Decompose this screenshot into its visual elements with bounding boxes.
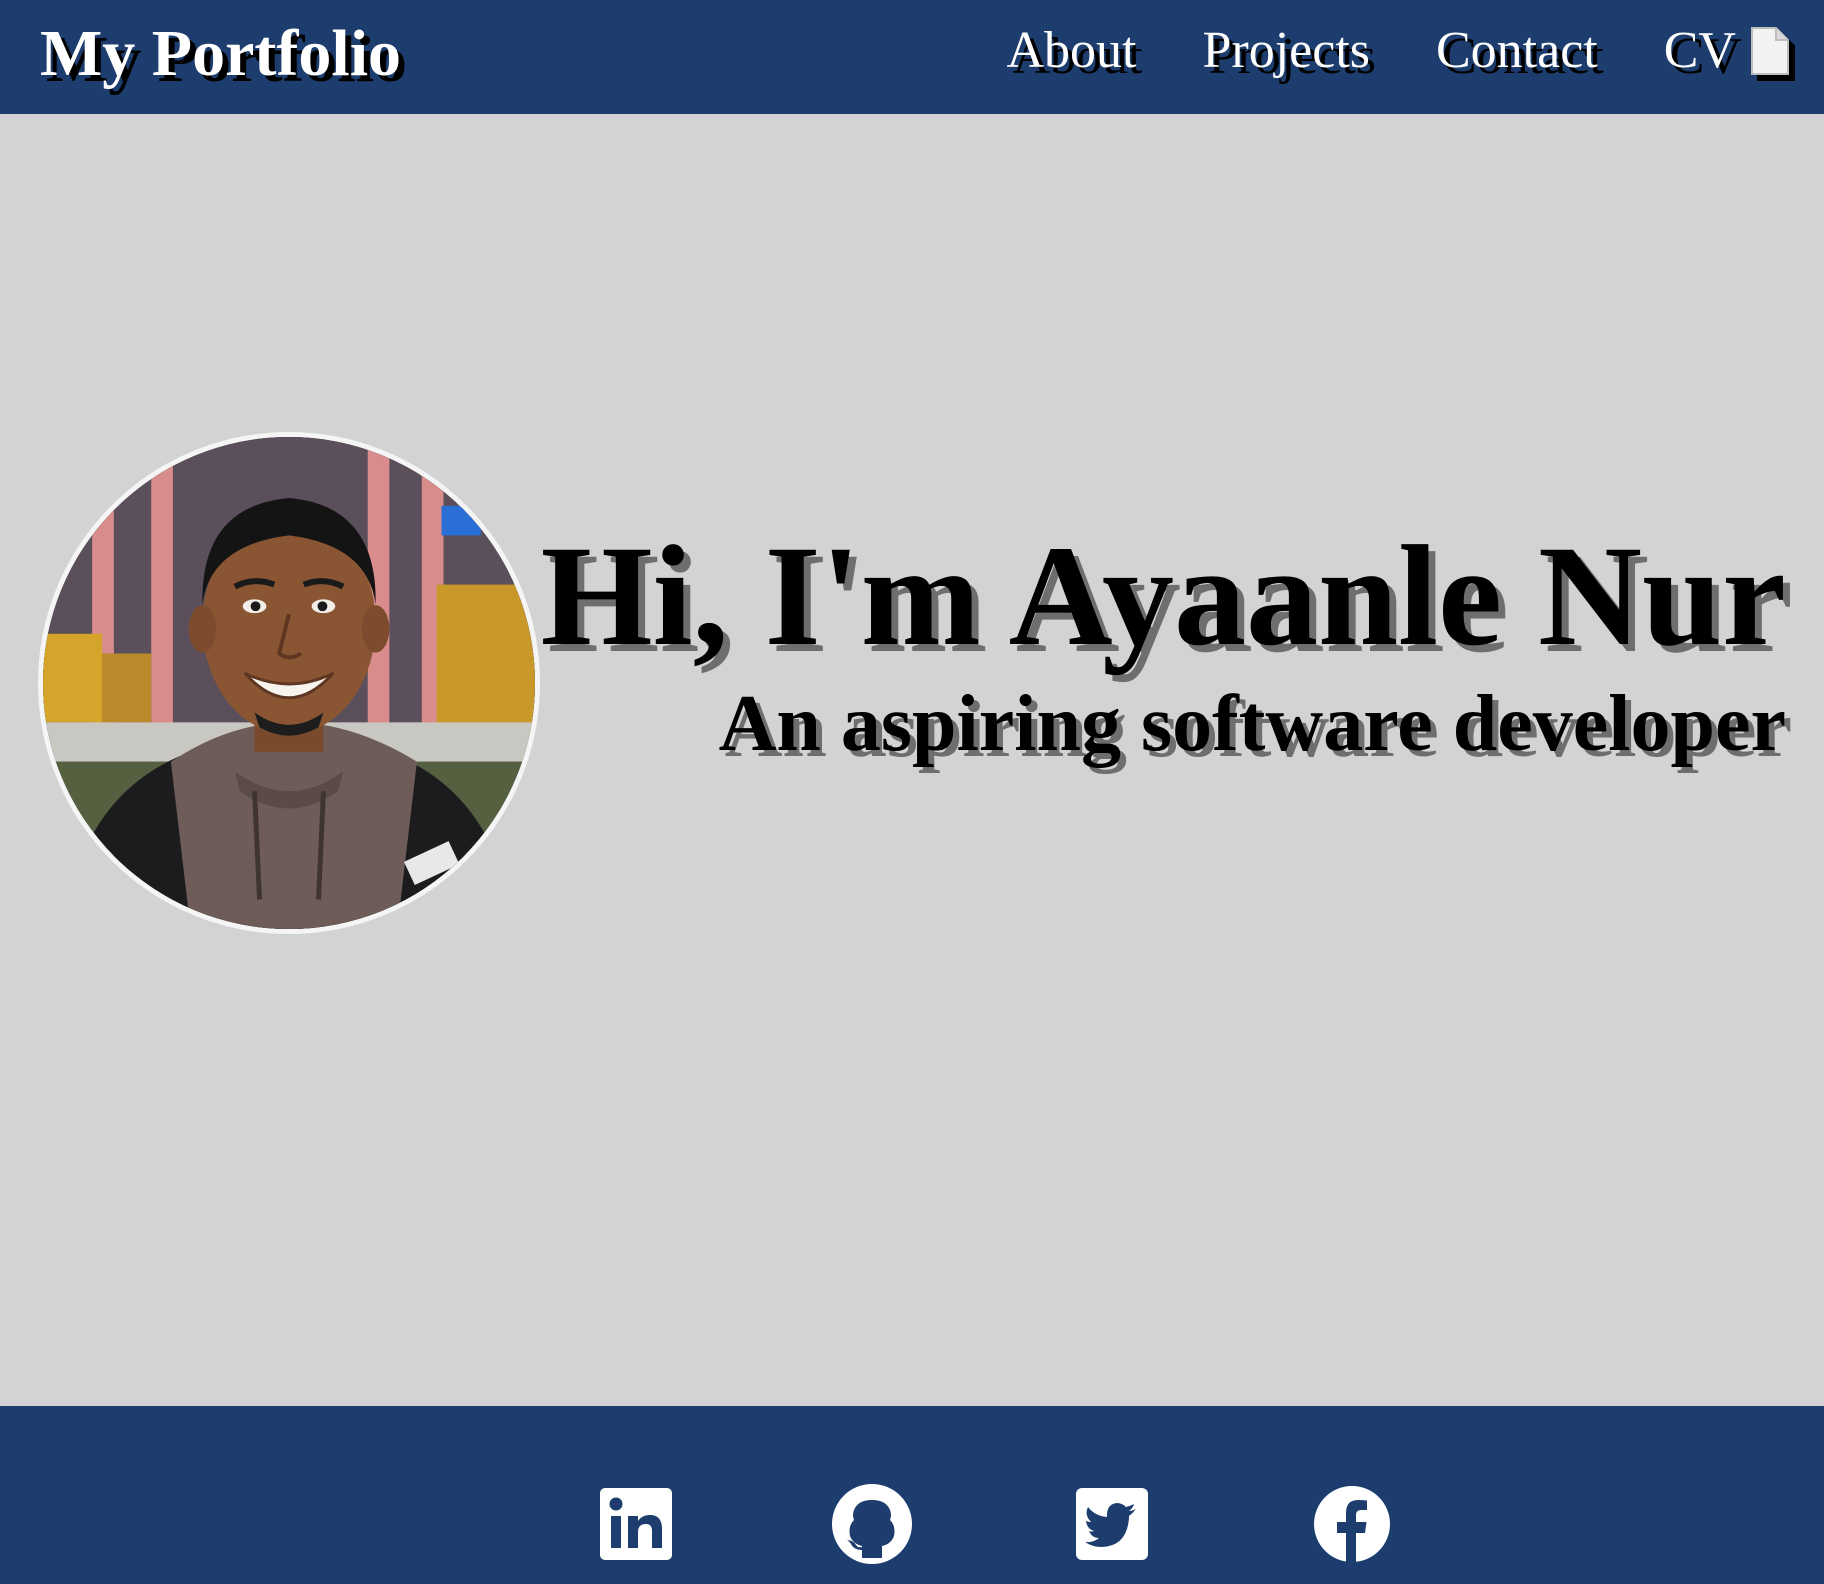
nav-contact-link[interactable]: Contact [1436, 22, 1598, 79]
nav-projects-link[interactable]: Projects [1202, 22, 1370, 79]
profile-photo [38, 432, 540, 934]
nav-about-link[interactable]: About [1006, 22, 1136, 79]
site-brand[interactable]: My Portfolio [40, 17, 401, 91]
site-footer [0, 1406, 1824, 1584]
linkedin-icon[interactable] [596, 1484, 676, 1564]
document-icon [1750, 26, 1790, 76]
main-nav: About Projects Contact CV [1006, 22, 1790, 79]
hero-subtitle: An aspiring software developer [718, 680, 1786, 768]
site-header: My Portfolio About Projects Contact CV [0, 0, 1824, 114]
github-icon[interactable] [832, 1484, 912, 1564]
nav-cv-label: CV [1663, 22, 1736, 79]
twitter-icon[interactable] [1072, 1484, 1152, 1564]
nav-cv-link[interactable]: CV [1664, 22, 1790, 79]
facebook-icon[interactable] [1312, 1484, 1392, 1564]
hero-title: Hi, I'm Ayaanle Nur [540, 517, 1786, 676]
